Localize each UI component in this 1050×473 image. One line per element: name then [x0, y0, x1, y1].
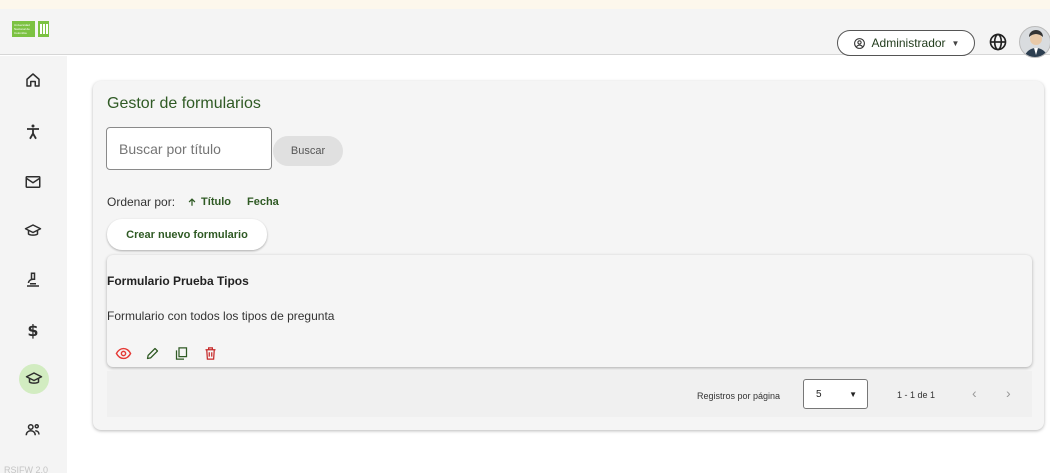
graduation-cap-icon	[24, 224, 42, 236]
sidebar-item-community[interactable]	[21, 418, 45, 442]
form-description: Formulario con todos los tipos de pregun…	[107, 309, 335, 323]
top-strip	[0, 0, 1050, 9]
sidebar-item-mail[interactable]	[21, 170, 45, 194]
page-range: 1 - 1 de 1	[897, 390, 936, 400]
role-selector-button[interactable]: Administrador ▼	[837, 30, 975, 56]
sidebar-item-accessibility[interactable]	[21, 120, 45, 144]
page-title: Gestor de formularios	[107, 95, 261, 112]
sidebar-item-home[interactable]	[21, 68, 45, 92]
sidebar-item-education[interactable]	[21, 219, 45, 243]
chevron-down-icon: ▼	[849, 390, 857, 399]
sidebar-item-finance[interactable]: $	[21, 318, 45, 342]
mail-icon	[25, 176, 41, 188]
globe-icon[interactable]	[988, 32, 1008, 52]
dollar-icon: $	[27, 320, 39, 340]
user-avatar[interactable]	[1019, 26, 1050, 58]
copy-icon	[175, 346, 187, 360]
version-label: RSIFW 2.0	[4, 465, 49, 473]
pencil-icon	[146, 347, 158, 359]
accessibility-icon	[27, 124, 39, 140]
university-logo[interactable]: Universidad Nacional de Colombia	[12, 21, 49, 37]
trash-icon	[205, 346, 215, 360]
delete-button[interactable]	[200, 344, 220, 362]
form-title: Formulario Prueba Tipos	[107, 274, 249, 288]
sidebar: $ RSIFW 2.0	[0, 56, 67, 473]
next-page-button[interactable]: ›	[1006, 385, 1011, 401]
arrow-up-icon	[188, 198, 196, 206]
pagination-bar: Registros por página 5 ▼ 1 - 1 de 1 ‹ ›	[107, 371, 1032, 417]
sort-bar: Ordenar por: Título Fecha	[107, 195, 279, 209]
home-icon	[26, 73, 40, 87]
sort-option-title-label: Título	[201, 196, 231, 208]
forms-manager-card: Gestor de formularios Buscar Ordenar por…	[93, 81, 1044, 430]
group-icon	[25, 424, 40, 436]
graduation-cap-icon	[25, 372, 43, 384]
account-circle-icon	[853, 37, 865, 49]
page-size-label: Registros por página	[697, 391, 781, 401]
sort-option-date[interactable]: Fecha	[247, 196, 279, 208]
microscope-icon	[27, 272, 39, 287]
page-size-select[interactable]: 5 ▼	[803, 379, 868, 409]
top-bar: Universidad Nacional de Colombia Adminis…	[0, 9, 1050, 58]
search-button[interactable]: Buscar	[273, 136, 343, 166]
create-form-button[interactable]: Crear nuevo formulario	[107, 219, 267, 250]
eye-icon	[115, 347, 131, 359]
search-input[interactable]	[106, 127, 272, 170]
view-button[interactable]	[113, 344, 133, 362]
sidebar-item-research[interactable]	[21, 268, 45, 292]
previous-page-button[interactable]: ‹	[972, 385, 977, 401]
form-list-item: Formulario Prueba Tipos Formulario con t…	[107, 255, 1032, 367]
form-actions	[113, 344, 220, 362]
page-size-value: 5	[816, 388, 822, 400]
sort-option-date-label: Fecha	[246, 196, 279, 208]
sidebar-item-forms-active[interactable]	[19, 364, 49, 394]
role-label: Administrador	[871, 36, 946, 50]
duplicate-button[interactable]	[171, 344, 191, 362]
sort-label: Ordenar por:	[107, 195, 176, 209]
logo-mark-icon	[38, 21, 49, 37]
chevron-down-icon: ▼	[951, 38, 960, 48]
sort-option-title[interactable]: Título	[187, 196, 231, 208]
edit-button[interactable]	[142, 344, 162, 362]
logo-text: Universidad Nacional de Colombia	[12, 21, 35, 37]
